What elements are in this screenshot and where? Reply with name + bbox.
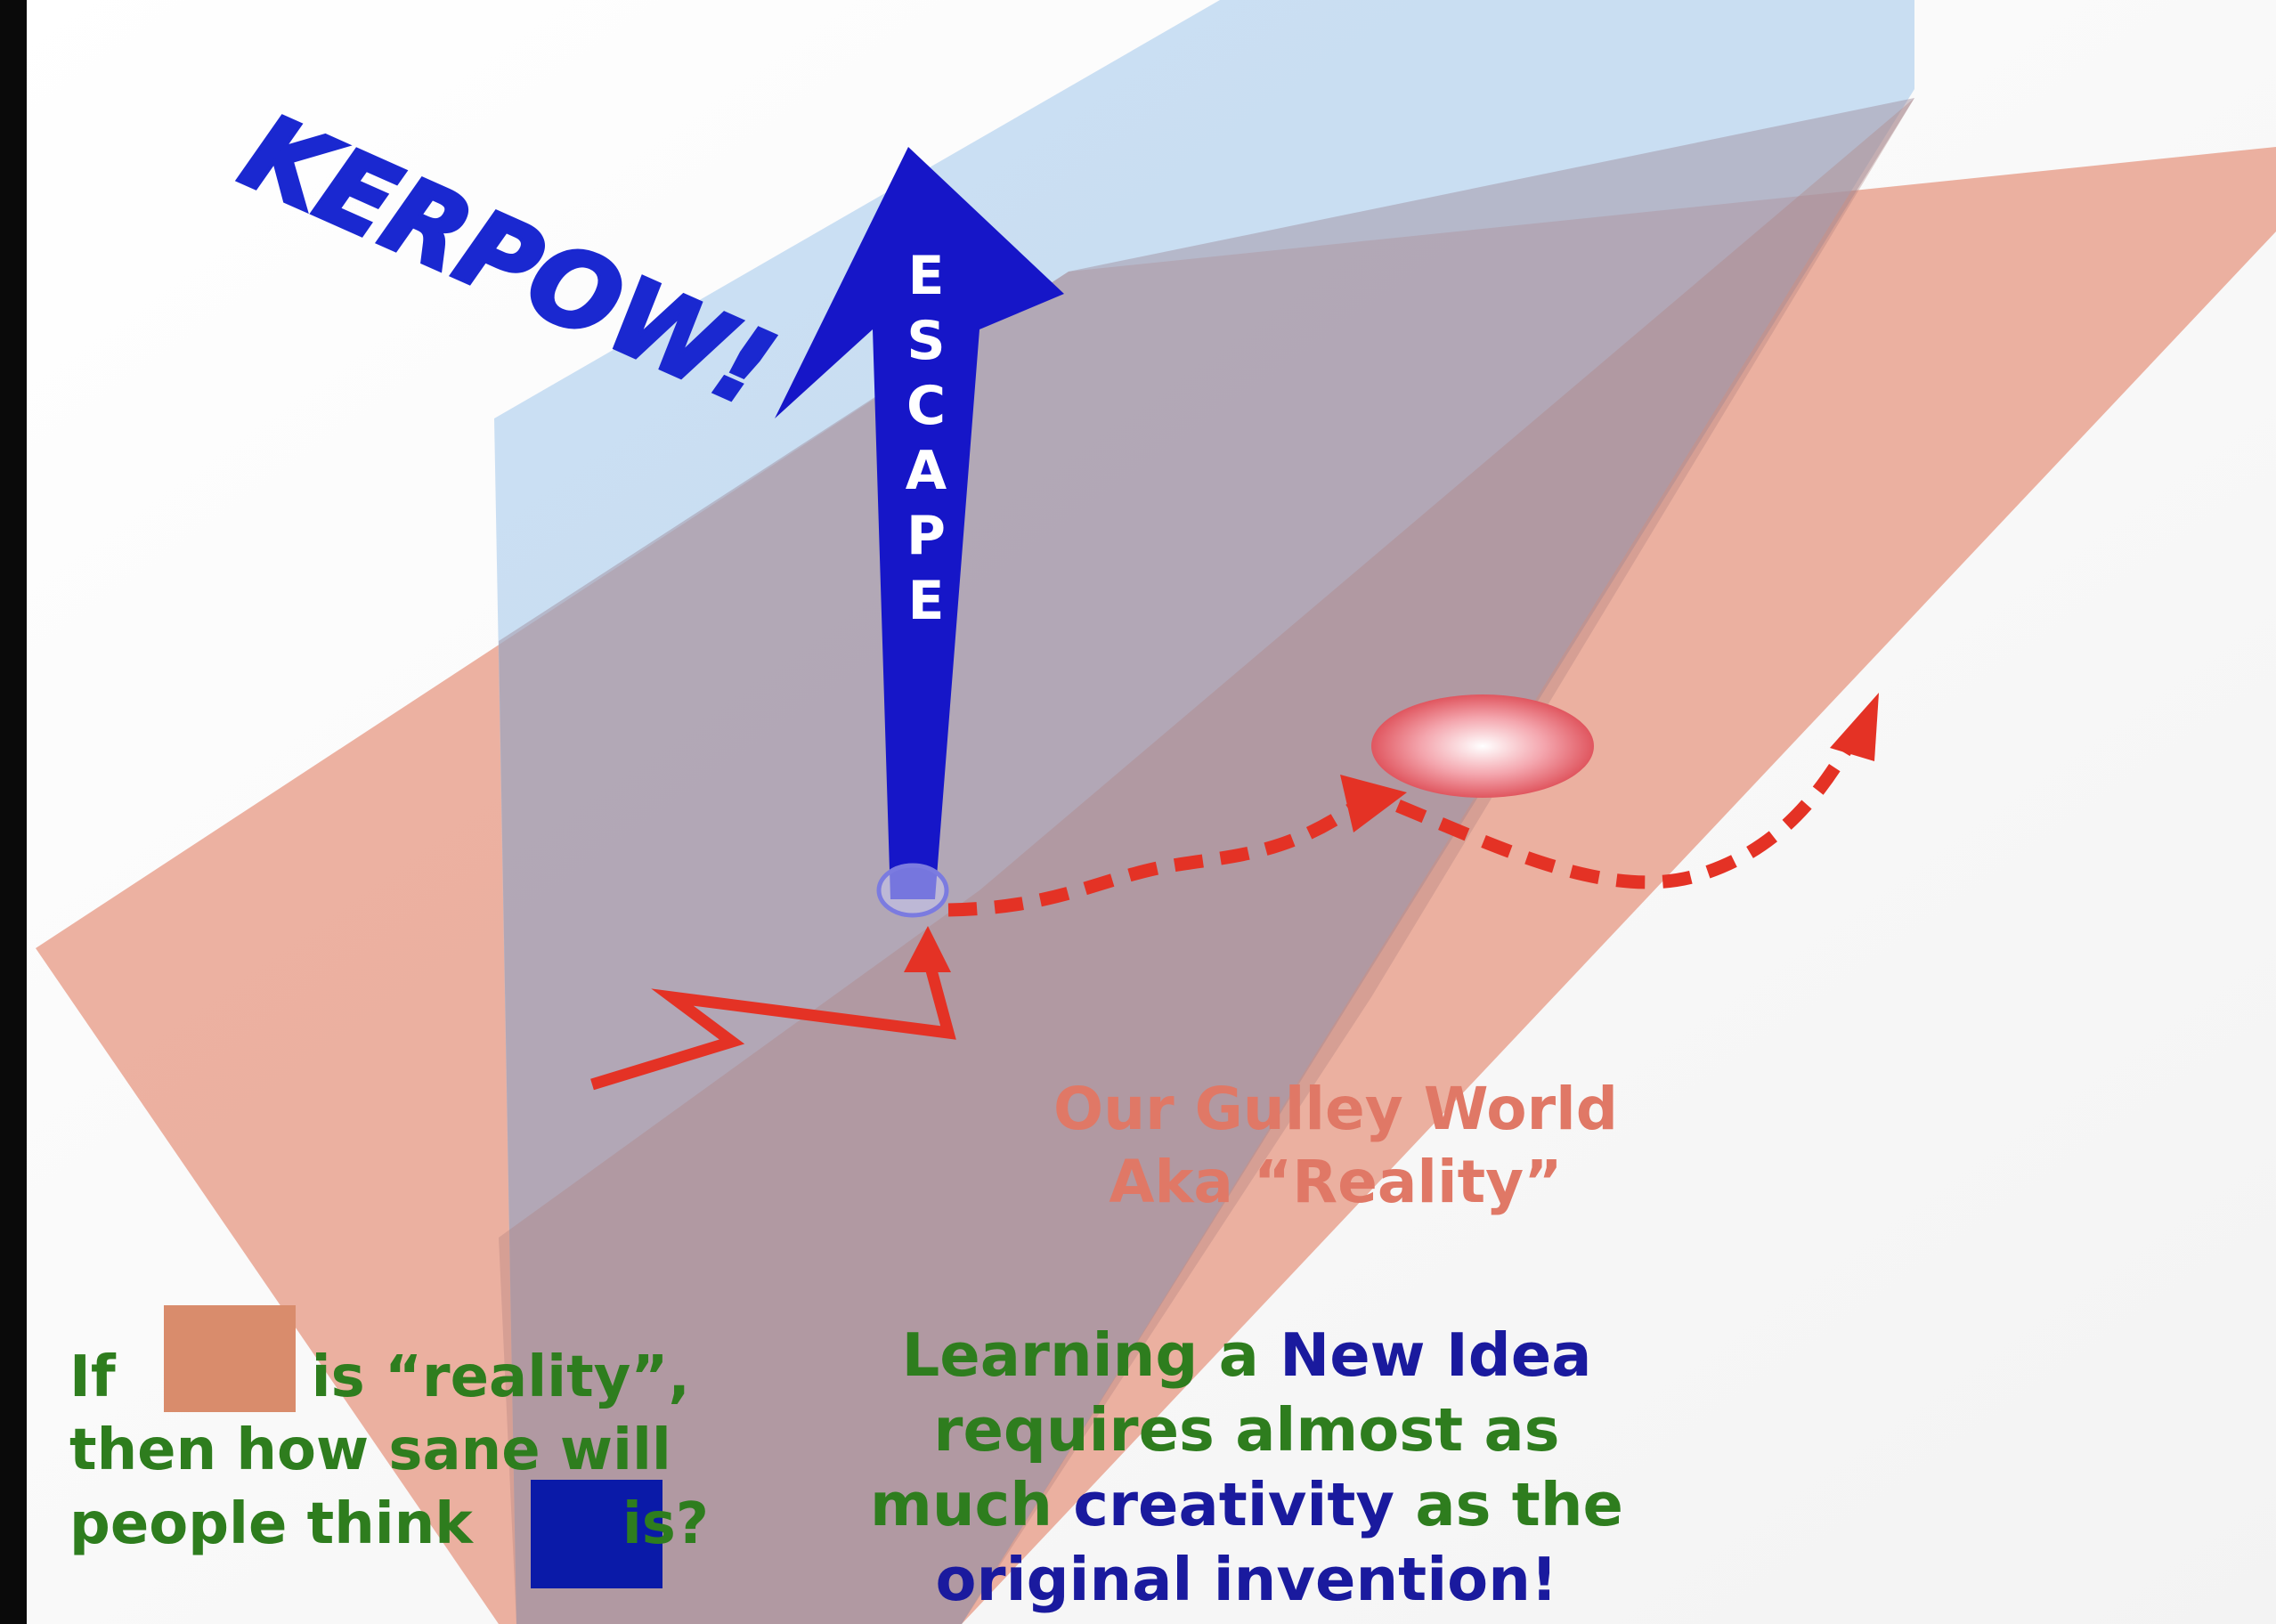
slide: ESCAPE KERPOW! Our Gulley World Aka “Rea… bbox=[0, 0, 2276, 1624]
sane-line-1-prefix: If bbox=[69, 1344, 116, 1410]
learning-line-3: much creativity as the bbox=[801, 1467, 1692, 1542]
sane-line-3: people think is? bbox=[69, 1491, 709, 1557]
learning-line-1: Learning a New Idea bbox=[801, 1318, 1692, 1393]
escape-letter: E bbox=[908, 245, 945, 307]
idea-blob bbox=[1371, 694, 1594, 798]
gulley-line-2: Aka “Reality” bbox=[1109, 1148, 1563, 1216]
start-ring bbox=[876, 863, 949, 918]
learning-line-3-a: much bbox=[870, 1470, 1074, 1539]
escape-letter: S bbox=[906, 310, 945, 372]
learning-line-3-c: as the bbox=[1394, 1470, 1623, 1539]
gulley-world-caption: Our Gulley World Aka “Reality” bbox=[1024, 1073, 1647, 1219]
learning-line-1-a: Learning a bbox=[901, 1320, 1280, 1390]
left-border bbox=[0, 0, 27, 1624]
escape-letter: A bbox=[906, 440, 947, 502]
learning-caption: Learning a New Idea requires almost as m… bbox=[801, 1318, 1692, 1617]
sane-line-2: then how sane will bbox=[69, 1417, 671, 1483]
sane-line-3-suffix: is? bbox=[622, 1491, 709, 1557]
escape-letter: P bbox=[906, 505, 946, 567]
learning-line-4: original invention! bbox=[935, 1545, 1558, 1614]
gulley-line-1: Our Gulley World bbox=[1053, 1075, 1618, 1143]
sane-line-1-suffix: is “reality”, bbox=[311, 1344, 690, 1410]
sane-line-1: If is “reality”, bbox=[69, 1344, 690, 1410]
escape-letter: E bbox=[908, 570, 945, 632]
creativity-highlight: creativity bbox=[1073, 1470, 1395, 1539]
escape-letter: C bbox=[906, 375, 946, 437]
learning-line-2: requires almost as bbox=[933, 1395, 1560, 1465]
new-idea-highlight: New Idea bbox=[1280, 1320, 1592, 1390]
sane-line-3-prefix: people think bbox=[69, 1491, 473, 1557]
